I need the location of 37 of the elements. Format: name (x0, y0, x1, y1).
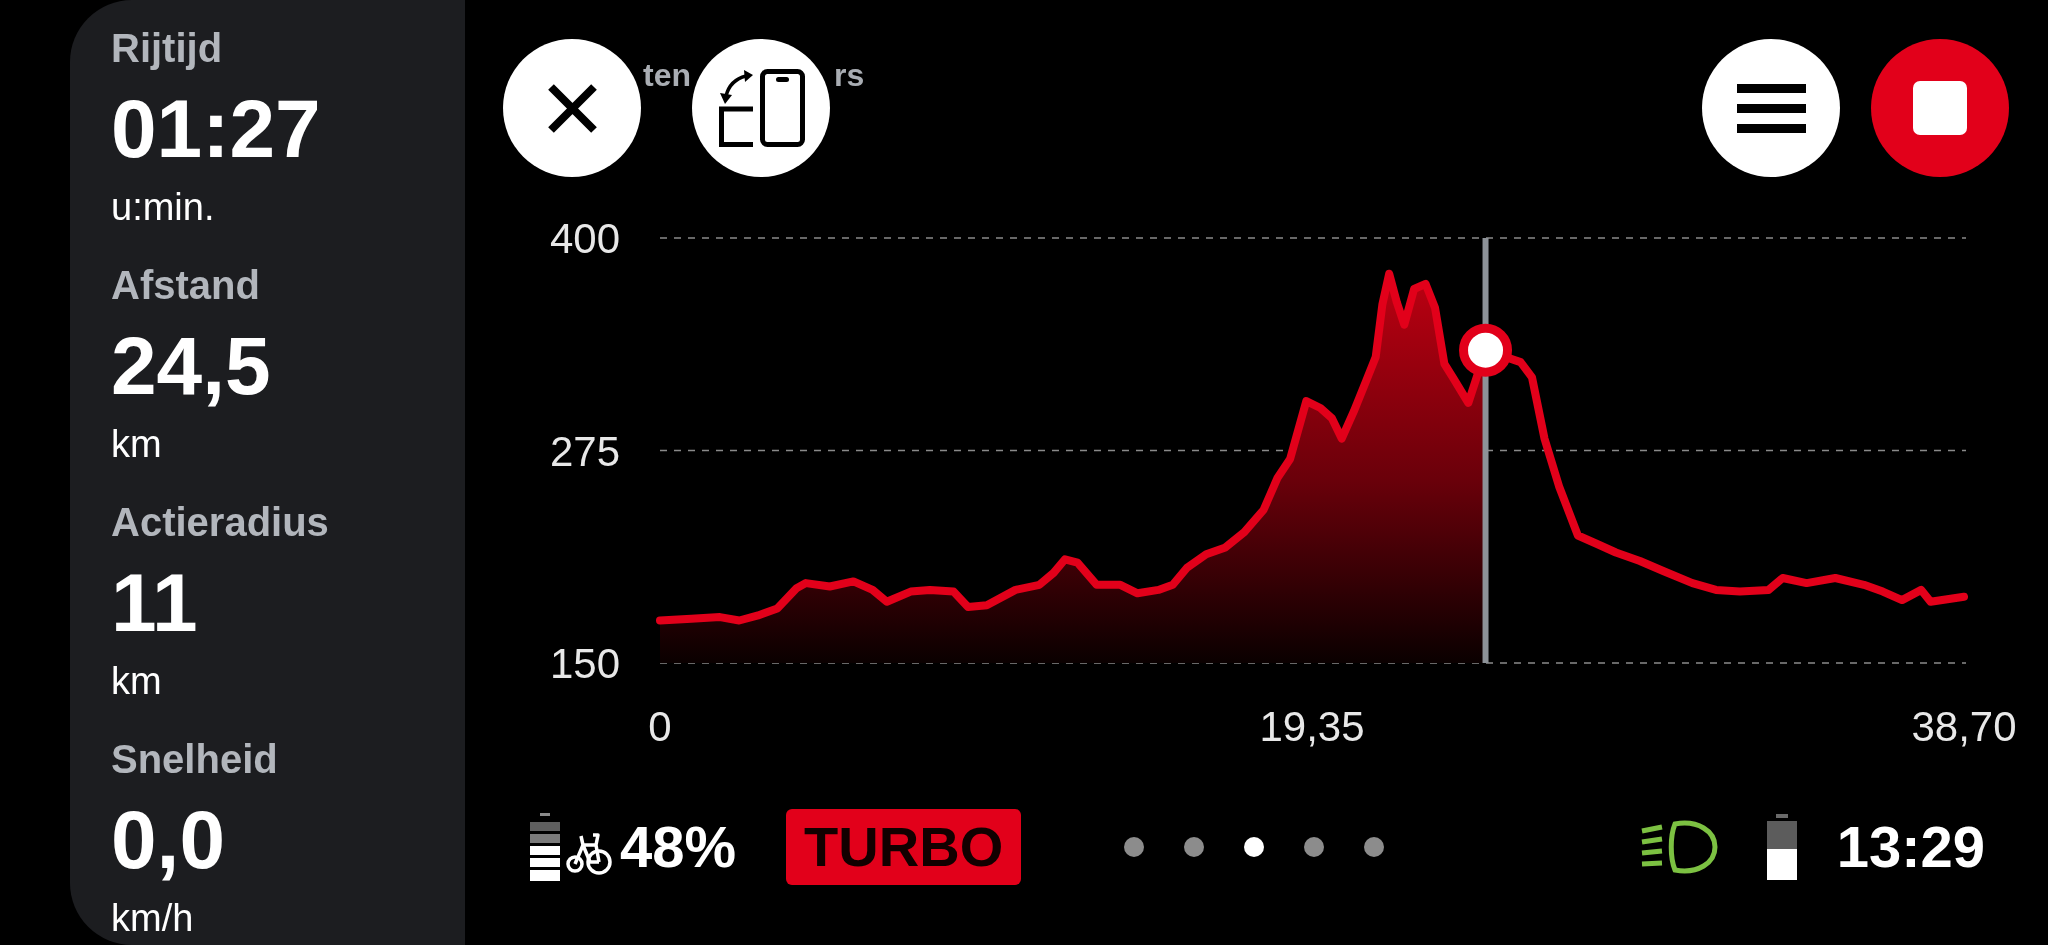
stat-value: 0,0 (111, 799, 225, 881)
cursor-line[interactable] (1482, 238, 1489, 663)
stat-label: Afstand (111, 265, 260, 305)
y-axis-label: 150 (549, 640, 620, 687)
position-marker-icon[interactable] (1459, 323, 1513, 377)
page-indicator-icon[interactable] (1184, 837, 1205, 857)
stat-value: 11 (111, 562, 198, 644)
rotate-phone-icon (717, 69, 805, 147)
x-axis-label: 0 (648, 703, 672, 750)
bike-battery-icon (530, 813, 560, 881)
y-axis-label: 275 (549, 427, 620, 475)
close-icon (545, 81, 599, 135)
clock-time: 13:29 (1836, 818, 1985, 876)
stop-icon (1913, 81, 1967, 135)
page-indicator-icon[interactable] (1304, 837, 1325, 857)
stat-unit: km (111, 425, 162, 463)
phone-battery-icon (1766, 814, 1797, 880)
stat-label: Snelheid (111, 739, 278, 779)
stat-unit: km (111, 662, 162, 700)
bike-battery-percentage: 48% (620, 818, 737, 876)
bicycle-icon (566, 831, 612, 875)
y-axis-label: 400 (549, 215, 620, 262)
stat-label: Actieradius (111, 502, 329, 542)
x-axis-label: 19,35 (1259, 703, 1365, 750)
stat-unit: u:min. (111, 188, 215, 226)
page-indicator-icon[interactable] (1124, 837, 1145, 857)
page-indicator-icon[interactable] (1244, 837, 1265, 857)
stat-unit: km/h (111, 899, 194, 937)
menu-icon (1736, 83, 1806, 133)
screen-title: rs (834, 59, 865, 91)
x-axis-label: 38,70 (1911, 703, 2017, 750)
screen-title: ten (643, 59, 691, 91)
assist-mode-badge: TURBO (786, 809, 1022, 885)
stat-value: 24,5 (111, 325, 271, 407)
page-indicator-icon[interactable] (1364, 837, 1385, 857)
stat-value: 01:27 (111, 88, 321, 170)
stat-label: Rijtijd (111, 28, 223, 68)
